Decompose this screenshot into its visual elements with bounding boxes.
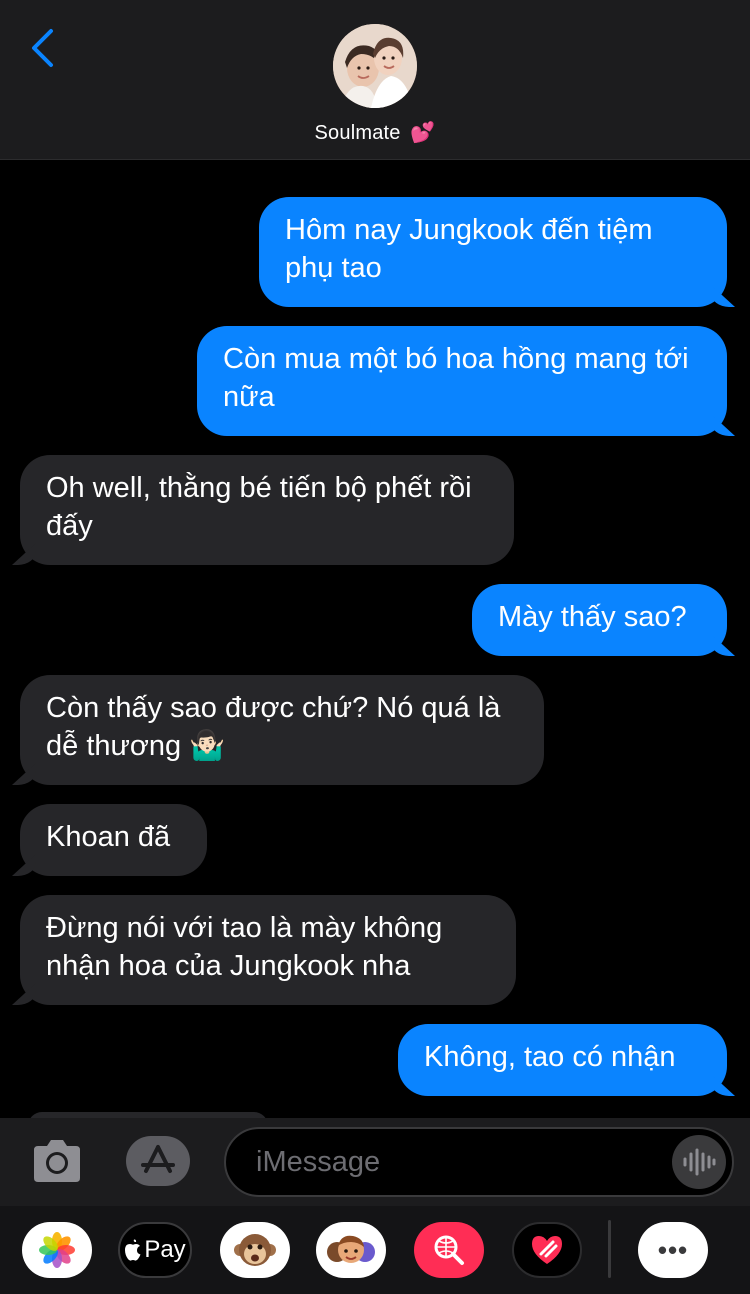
apple-pay-label: Pay <box>144 1236 186 1263</box>
contact-name-text: Soulmate <box>314 122 401 144</box>
message-text: Còn mua một bó hoa hồng mang tới nữa <box>223 343 689 413</box>
message-text: Mày thấy sao? <box>498 601 687 633</box>
message-text: Hôm nay Jungkook đến tiệm phụ tao <box>285 214 653 284</box>
message-text: Còn thấy sao được chứ? Nó quá là dễ thươ… <box>46 692 501 762</box>
more-apps-button[interactable]: ••• <box>638 1222 708 1278</box>
avatar-photo <box>333 24 417 108</box>
message-bubble-received[interactable]: Đừng nói với tao là mày không nhận hoa c… <box>20 895 516 1005</box>
contact-avatar[interactable] <box>333 24 417 108</box>
two-hearts-emoji: 💕 <box>410 122 436 144</box>
image-search-app-button[interactable] <box>414 1222 484 1278</box>
monkey-icon <box>234 1234 276 1266</box>
chevron-left-icon <box>32 29 53 67</box>
back-button[interactable] <box>22 26 62 70</box>
digital-touch-app-button[interactable] <box>512 1222 582 1278</box>
message-text: Khoan đã <box>46 821 171 853</box>
photos-app-button[interactable] <box>22 1222 92 1278</box>
more-icon: ••• <box>657 1234 689 1265</box>
message-bubble-sent[interactable]: Hôm nay Jungkook đến tiệm phụ tao <box>259 197 727 307</box>
audio-message-button[interactable] <box>672 1135 726 1189</box>
message-text: Không, tao có nhận <box>424 1041 676 1073</box>
camera-button[interactable] <box>30 1134 84 1188</box>
message-bubble-sent[interactable]: Mày thấy sao? <box>472 584 727 656</box>
message-bubble-sent[interactable]: Còn mua một bó hoa hồng mang tới nữa <box>197 326 727 436</box>
apple-logo-icon <box>125 1239 141 1261</box>
conversation-header: Soulmate 💕 <box>0 0 750 160</box>
heart-touch-icon <box>532 1236 562 1264</box>
memoji-icon <box>327 1235 375 1263</box>
camera-icon <box>34 1140 80 1182</box>
app-store-button[interactable] <box>126 1136 190 1186</box>
globe-search-icon <box>434 1235 464 1265</box>
message-bubble-received[interactable]: Khoan đã <box>20 804 207 876</box>
photos-icon <box>39 1232 75 1268</box>
message-bubble-received[interactable]: Còn thấy sao được chứ? Nó quá là dễ thươ… <box>20 675 544 785</box>
contact-name[interactable]: Soulmate 💕 <box>0 120 750 145</box>
apple-pay-button[interactable]: Pay <box>118 1222 192 1278</box>
app-store-icon <box>141 1145 175 1173</box>
message-text: Oh well, thằng bé tiến bộ phết rồi đấy <box>46 472 472 542</box>
message-text: Đừng nói với tao là mày không nhận hoa c… <box>46 912 443 982</box>
app-drawer-divider <box>608 1220 611 1278</box>
message-bubble-received[interactable]: Oh well, thằng bé tiến bộ phết rồi đấy <box>20 455 514 565</box>
imessage-input[interactable] <box>224 1127 734 1197</box>
animoji-app-button[interactable] <box>220 1222 290 1278</box>
waveform-icon <box>683 1148 716 1176</box>
memoji-app-button[interactable] <box>316 1222 386 1278</box>
message-bubble-sent[interactable]: Không, tao có nhận <box>398 1024 727 1096</box>
